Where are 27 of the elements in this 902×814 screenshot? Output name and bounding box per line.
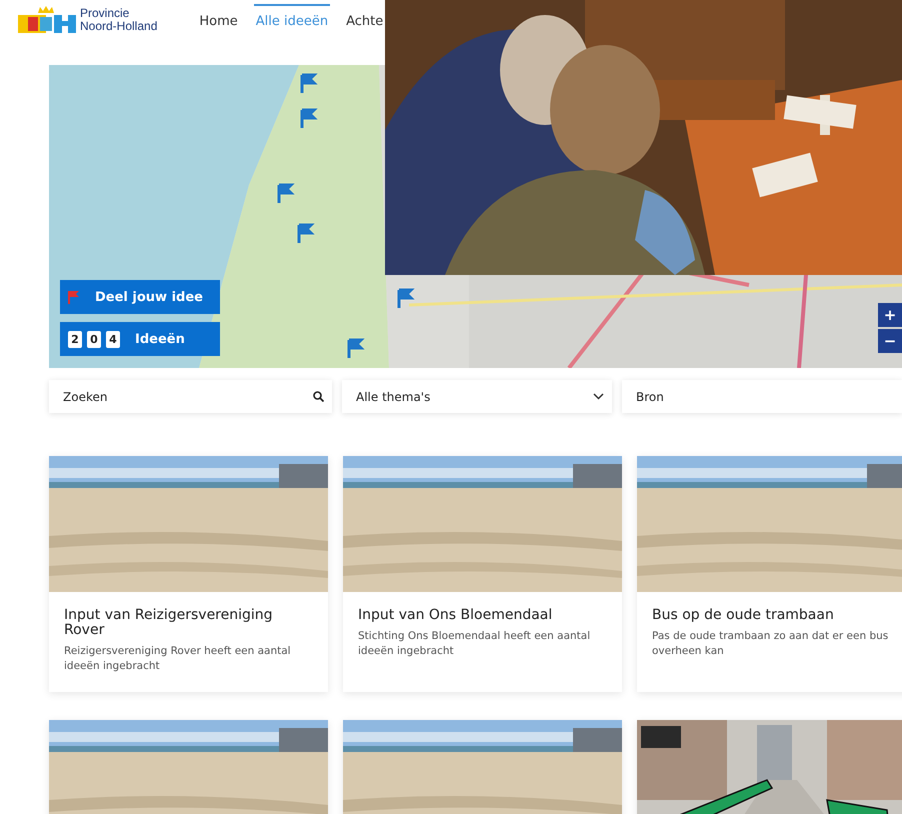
counter-digit: 0	[87, 330, 101, 348]
idea-card[interactable]: Input van Reizigersvereniging Rover Reizigersvereniging Rover heeft een aantal ideeën ingebracht	[49, 456, 328, 692]
card-description: Stichting Ons Bloemendaal heeft een aantal ideeën ingebracht	[358, 629, 592, 659]
counter-digit: 2	[68, 330, 82, 348]
nav-link[interactable]: Achte	[344, 4, 386, 36]
logo-text: Noord-Holland	[80, 20, 158, 33]
card-title: Input van Reizigersvereniging Rover	[64, 608, 274, 638]
card-title: Bus op de oude trambaan	[652, 608, 835, 623]
chevron-down-icon	[593, 393, 604, 400]
counter-label: Ideeën	[135, 332, 185, 346]
theme-dropdown[interactable]: Alle thema's	[342, 380, 612, 413]
share-idea-button[interactable]: Deel jouw idee	[60, 280, 220, 314]
card-title: Input van Ons Bloemendaal	[358, 608, 554, 623]
nav-link[interactable]: Home	[197, 4, 240, 36]
idea-card[interactable]: Bus op de oude trambaan Pas de oude trambaan zo aan dat er een bus overheen kan	[637, 456, 902, 692]
search-icon	[313, 391, 324, 402]
search-field[interactable]: Zoeken	[49, 380, 332, 413]
logo-text: Provincie	[80, 7, 130, 20]
card-description: Reizigersvereniging Rover heeft een aantal ideeën ingebracht	[64, 644, 292, 674]
zoom-out-button[interactable]: −	[878, 329, 902, 353]
counter-digit: 4	[106, 330, 120, 348]
source-dropdown[interactable]: Bron	[622, 380, 902, 413]
flag-icon	[68, 290, 80, 304]
zoom-in-button[interactable]: +	[878, 303, 902, 327]
card-description: Pas de oude trambaan zo aan dat er een bus overheen kan	[652, 629, 890, 659]
logo-icon	[18, 5, 76, 35]
idea-card[interactable]: Input van Ons Bloemendaal Stichting Ons Bloemendaal heeft een aantal ideeën ingebracht	[343, 456, 622, 692]
